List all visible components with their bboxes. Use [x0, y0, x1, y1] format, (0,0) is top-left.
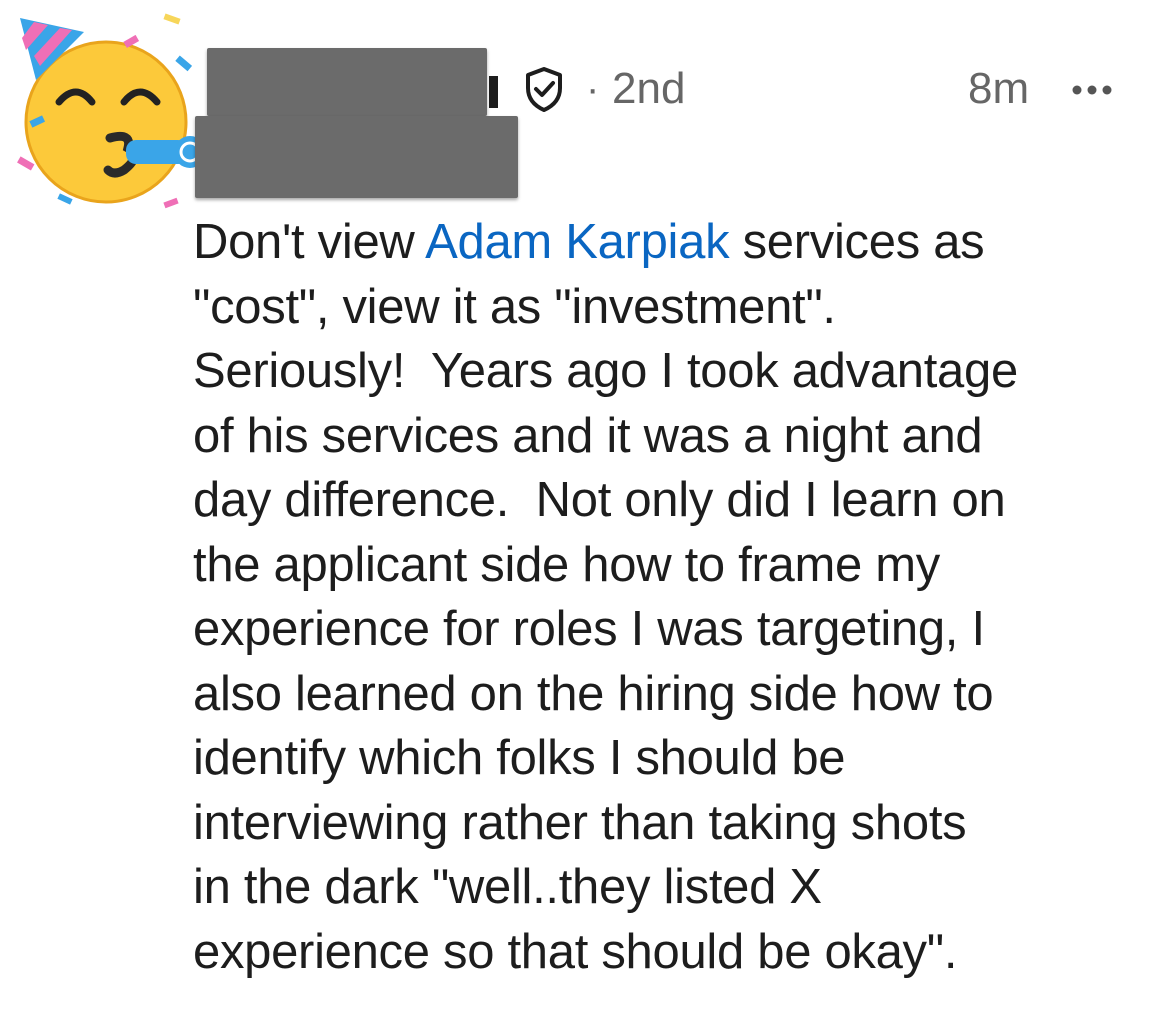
comment-timestamp: 8m: [968, 64, 1030, 113]
author-name-visible-fragment: [489, 76, 498, 108]
comment-line: identify which folks I should be: [193, 731, 846, 785]
comment-line: in the dark "well..they listed X: [193, 860, 822, 914]
comment-text: Don't view Adam Karpiak services as "cos…: [193, 210, 1153, 984]
comment-line: the applicant side how to frame my: [193, 537, 940, 592]
partying-face-emoji-icon: [17, 13, 206, 209]
comment-line: of his services and it was a night and: [193, 408, 983, 463]
comment-line: day difference. Not only did I learn on: [193, 473, 1006, 527]
comment-line: also learned on the hiring side how to: [193, 666, 994, 721]
more-options-button[interactable]: [1070, 70, 1114, 110]
comment-line: Seriously! Years ago I took advantage: [193, 344, 1018, 398]
shield-check-icon: [523, 66, 565, 112]
comment-line: "cost", view it as "investment".: [193, 279, 836, 334]
avatar[interactable]: [14, 10, 214, 210]
meta-separator: ·: [586, 67, 600, 111]
ellipsis-icon: [1072, 85, 1112, 95]
comment-line: Don't view Adam Karpiak services as: [193, 210, 1153, 275]
redacted-author-headline: [195, 116, 518, 198]
redacted-author-name: [207, 48, 487, 116]
comment-text-segment: services as: [729, 215, 985, 269]
mention-link[interactable]: Adam Karpiak: [425, 215, 729, 269]
comment-text-segment: Don't view: [193, 215, 426, 269]
comment-line: experience for roles I was targeting, I: [193, 602, 985, 656]
connection-degree: 2nd: [612, 64, 686, 113]
comment-line: interviewing rather than taking shots: [193, 795, 967, 850]
comment-line: experience so that should be okay".: [193, 924, 958, 979]
